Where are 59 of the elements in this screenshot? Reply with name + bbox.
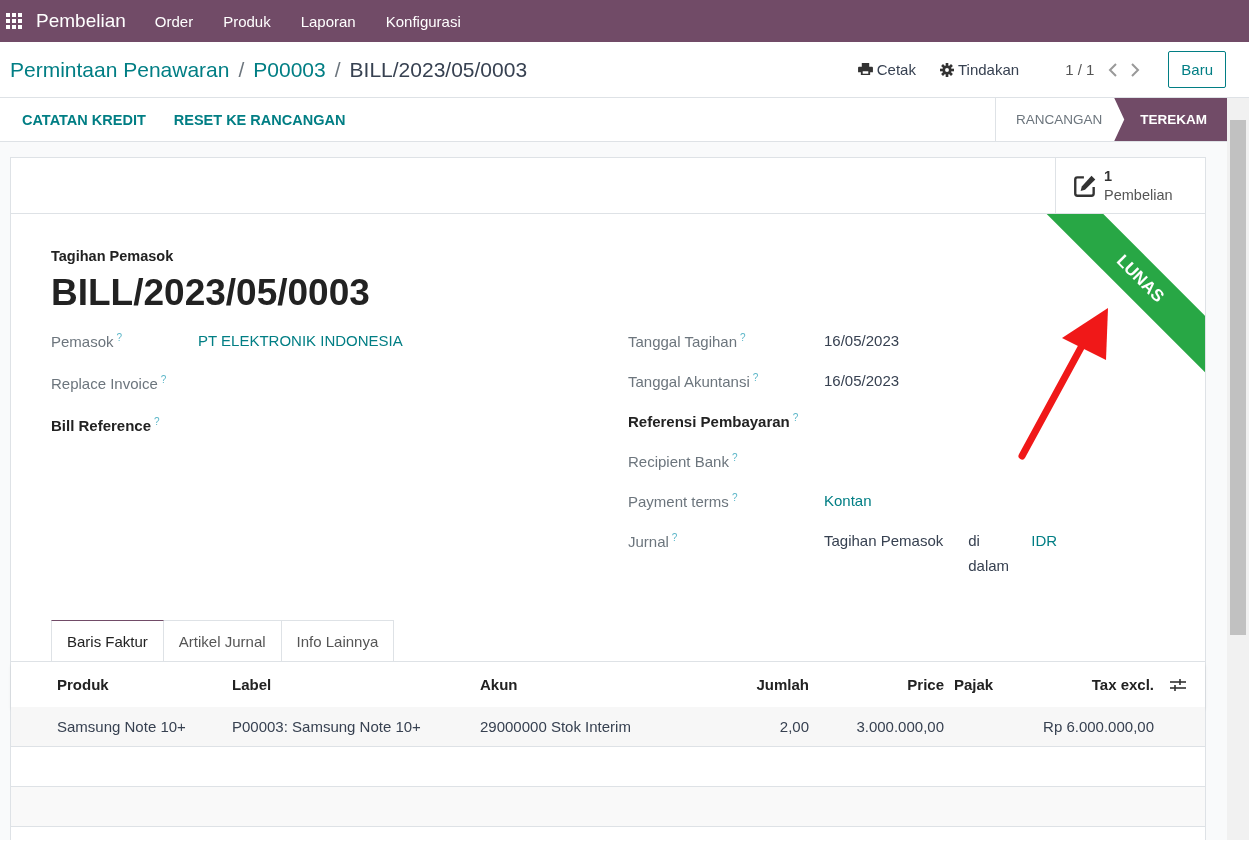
field-label: Replace Invoice [51, 375, 158, 392]
print-icon [857, 63, 873, 76]
breadcrumb-link[interactable]: P00003 [253, 57, 326, 82]
field-label: Referensi Pembayaran [628, 413, 790, 430]
field-value: 16/05/2023 [824, 332, 900, 351]
table-cell-text: 29000000 Stok Interim [480, 718, 632, 735]
field-label: Recipient Bank [628, 453, 729, 470]
field-value: 16/05/2023 [824, 372, 900, 391]
field-label: Payment terms [628, 493, 729, 510]
app-name[interactable]: Pembelian [36, 10, 126, 32]
notebook-tab[interactable]: Info Lainnya [281, 620, 395, 661]
new-button[interactable]: Baru [1168, 51, 1226, 88]
table-cell-text: Samsung Note 10+ [57, 718, 187, 735]
field-label: Tanggal Akuntansi [628, 373, 750, 390]
notebook-tab[interactable]: Artikel Jurnal [163, 620, 282, 661]
field-value: Tagihan Pemasok [824, 532, 944, 551]
app-grid-icon[interactable] [6, 13, 22, 29]
field-label: Tanggal Tagihan [628, 333, 737, 350]
field-label: Bill Reference [51, 417, 152, 434]
field-label: Jurnal [628, 533, 669, 550]
field-link[interactable]: Kontan [824, 492, 872, 528]
action-button[interactable]: Tindakan [939, 61, 1020, 78]
pager-counter: 1 / 1 [1065, 61, 1095, 78]
field-link[interactable]: PT ELEKTRONIK INDONESIA [198, 332, 403, 370]
breadcrumb-current: BILL/2023/05/0003 [349, 57, 528, 82]
menu-item[interactable]: Produk [208, 12, 286, 30]
table-cell-text: P00003: Samsung Note 10+ [232, 718, 422, 735]
field-label: Pemasok [51, 333, 114, 350]
action-button[interactable]: Cetak [857, 61, 916, 78]
breadcrumb-separator: / [238, 57, 245, 82]
next-icon[interactable] [1130, 62, 1141, 77]
column-header[interactable]: Tax excl. [1000, 676, 1154, 693]
column-header[interactable]: Label [232, 676, 480, 693]
notebook-tab[interactable]: Baris Faktur [51, 620, 164, 661]
column-header[interactable]: Pajak [944, 676, 1000, 693]
header-button[interactable]: CATATAN KREDIT [12, 105, 156, 134]
status-stage[interactable]: RANCANGAN [996, 98, 1115, 141]
column-header[interactable]: Price [809, 676, 944, 693]
column-header[interactable]: Jumlah [709, 676, 809, 693]
header-button[interactable]: RESET KE RANCANGAN [163, 105, 356, 134]
field-value: di dalam [968, 531, 1007, 576]
table-cell-text: 3.000.000,00 [855, 718, 944, 735]
menu-item[interactable]: Laporan [285, 12, 371, 30]
breadcrumb-link[interactable]: Permintaan Penawaran [10, 57, 230, 82]
menu-item[interactable]: Order [139, 12, 209, 30]
scrollbar[interactable] [1227, 98, 1249, 840]
status-stage[interactable]: TEREKAM [1114, 98, 1227, 141]
column-header[interactable]: Produk [57, 676, 232, 693]
breadcrumb-separator: / [334, 57, 341, 82]
purchase-stat-button[interactable]: 1 Pembelian [1055, 158, 1205, 213]
settings-icon [939, 62, 954, 77]
table-cell-text: Rp 6.000.000,00 [1042, 718, 1154, 735]
menu-item[interactable]: Konfigurasi [370, 12, 476, 30]
field-link[interactable]: IDR [1031, 532, 1058, 578]
column-header[interactable]: Akun [480, 676, 709, 693]
table-cell-text: 2,00 [778, 718, 809, 735]
previous-icon[interactable] [1108, 62, 1119, 77]
document-title: BILL/2023/05/0003 [51, 272, 370, 314]
column-settings-icon[interactable] [1169, 677, 1186, 692]
